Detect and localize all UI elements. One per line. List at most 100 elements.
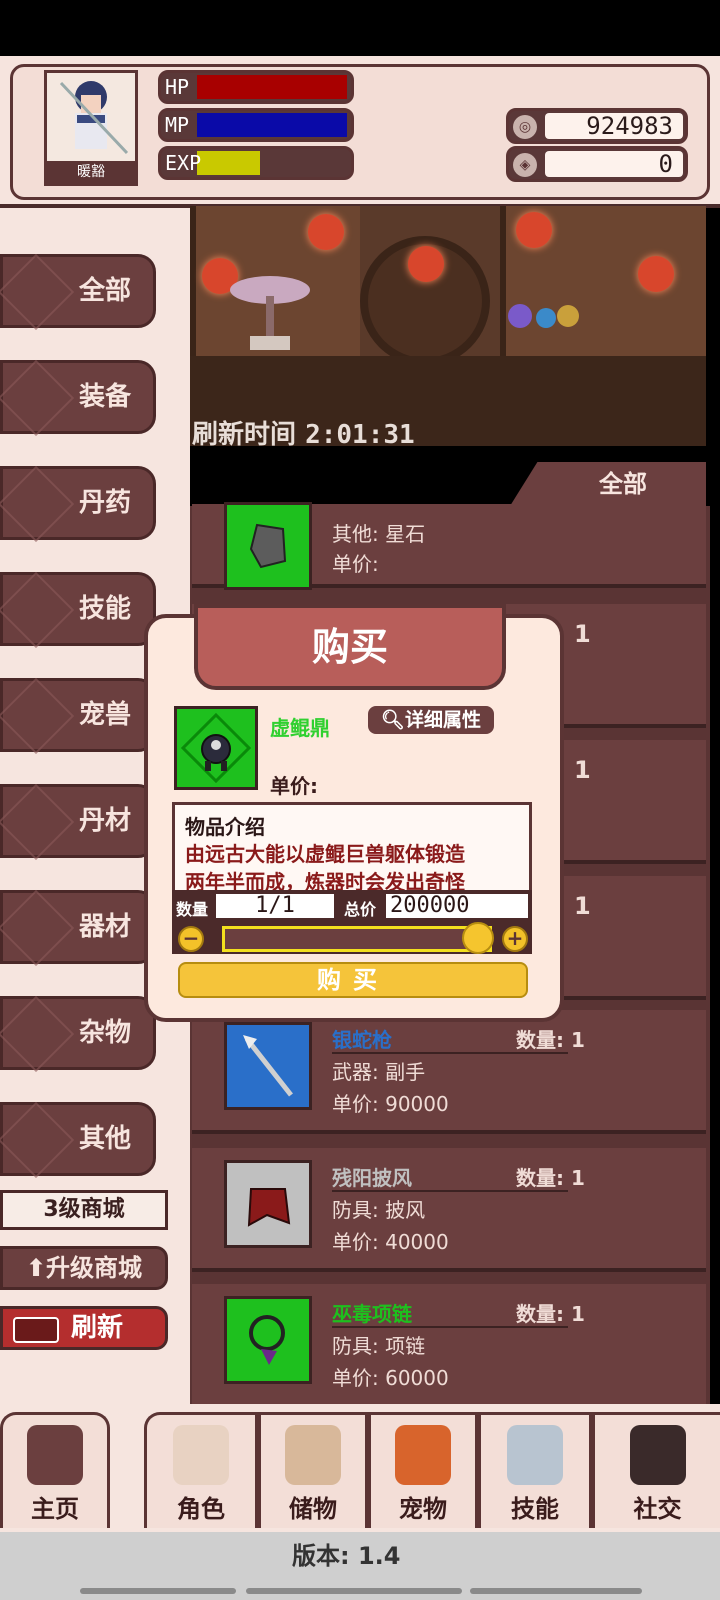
status-bar (0, 0, 720, 56)
nav-indicator (80, 1588, 236, 1594)
item-price: 单价: (332, 552, 379, 576)
spear-icon (224, 1022, 312, 1110)
arrow-up-icon: ⬆ (25, 1254, 47, 1282)
lantern-icon (308, 214, 344, 250)
category-label: 装备 (78, 382, 131, 412)
fox-icon (395, 1425, 451, 1485)
tab-pets[interactable]: 宠物 (368, 1412, 478, 1528)
item-qty: 数量: 1 (516, 1166, 585, 1190)
star-ornament-icon (0, 359, 75, 437)
refresh-label: 刷新 (71, 1313, 124, 1343)
plus-button[interactable]: + (502, 926, 528, 952)
category-equipment[interactable]: 装备 (0, 359, 156, 437)
category-forge-materials[interactable]: 器材 (0, 889, 156, 967)
item-type: 武器: 副手 (332, 1060, 426, 1084)
star-stone-icon (224, 502, 312, 590)
tab-label: 角色 (177, 1495, 225, 1523)
quantity-label: 数量 (176, 900, 209, 919)
category-label: 丹材 (78, 806, 131, 836)
star-ornament-icon (0, 677, 75, 755)
item-qty: 1 (574, 620, 591, 648)
tab-social[interactable]: 社交 (592, 1412, 720, 1528)
category-skills[interactable]: 技能 (0, 571, 156, 649)
version-footer: 版本: 1.4 (0, 1532, 720, 1600)
item-description[interactable]: 物品介绍 由远古大能以虚鲲巨兽躯体锻造 两年半而成，炼器时会发出奇怪 (172, 802, 532, 894)
item-type: 防具: 披风 (332, 1198, 426, 1222)
item-price: 单价: 90000 (332, 1092, 449, 1116)
refresh-button[interactable]: 刷新 (0, 1306, 168, 1350)
minus-button[interactable]: − (178, 926, 204, 952)
total-value: 200000 (386, 894, 528, 918)
buy-button[interactable]: 购买 (178, 962, 528, 998)
gem-value: 0 (545, 151, 683, 177)
item-type: 其他: 星石 (332, 522, 426, 546)
quantity-slider-fill (225, 929, 465, 949)
upgrade-label: 升级商城 (46, 1254, 143, 1282)
list-item[interactable]: 巫毒项链 数量: 1 防具: 项链 单价: 60000 (192, 1284, 706, 1408)
detail-label: 详细属性 (405, 709, 482, 731)
shop-banner (190, 206, 706, 446)
category-all[interactable]: 全部 (0, 253, 156, 331)
bonsai-tree-icon (230, 276, 310, 350)
tab-home[interactable]: 主页 (0, 1412, 110, 1528)
refresh-time-label: 刷新时间 (192, 420, 297, 450)
category-pills[interactable]: 丹药 (0, 465, 156, 543)
lantern-icon (516, 212, 552, 248)
item-name: 巫毒项链 (332, 1302, 412, 1326)
star-ornament-icon (0, 1101, 75, 1179)
handshake-icon (629, 1425, 686, 1485)
list-item[interactable]: 其他: 星石 单价: (192, 502, 706, 590)
potion-bottles-icon (508, 304, 579, 328)
category-other[interactable]: 其他 (0, 1101, 156, 1179)
list-item[interactable]: 残阳披风 数量: 1 防具: 披风 单价: 40000 (192, 1148, 706, 1272)
exp-bar-fill (197, 151, 260, 175)
star-ornament-icon (0, 995, 75, 1073)
item-price: 单价: 60000 (332, 1366, 449, 1390)
quantity-slider-thumb[interactable] (462, 922, 494, 954)
coin-counter: ◎ 924983 (506, 108, 688, 144)
filter-tab-all[interactable]: 全部 (510, 462, 706, 506)
category-pill-materials[interactable]: 丹材 (0, 783, 156, 861)
description-header: 物品介绍 (185, 815, 265, 839)
category-label: 宠兽 (78, 700, 131, 730)
category-misc[interactable]: 杂物 (0, 995, 156, 1073)
tv-ad-icon (13, 1317, 59, 1343)
category-label: 丹药 (78, 488, 131, 518)
item-qty: 数量: 1 (516, 1302, 585, 1326)
category-pets[interactable]: 宠兽 (0, 677, 156, 755)
avatar-portrait-icon (59, 81, 129, 155)
upgrade-shop-button[interactable]: ⬆升级商城 (0, 1246, 168, 1290)
hp-bar: HP (158, 70, 354, 104)
pavilion-icon (27, 1425, 83, 1485)
item-type: 防具: 项链 (332, 1334, 426, 1358)
lantern-icon (638, 256, 674, 292)
purchase-unit-price: 单价: (270, 774, 318, 798)
tab-label: 主页 (31, 1495, 79, 1523)
tab-label: 社交 (633, 1495, 682, 1523)
category-label: 技能 (78, 594, 131, 624)
tab-skills[interactable]: 技能 (478, 1412, 592, 1528)
hp-bar-fill (197, 75, 347, 99)
item-price: 单价: 40000 (332, 1230, 449, 1254)
exp-bar: EXP (158, 146, 354, 180)
quantity-value[interactable]: 1/1 (216, 894, 334, 918)
list-item[interactable]: 银蛇枪 数量: 1 武器: 副手 单价: 90000 (192, 1010, 706, 1134)
star-ornament-icon (0, 465, 75, 543)
item-qty: 1 (574, 756, 591, 784)
tab-label: 储物 (289, 1495, 337, 1523)
bag-icon (285, 1425, 341, 1485)
tab-character[interactable]: 角色 (144, 1412, 258, 1528)
player-avatar[interactable]: 暖豁 (44, 70, 138, 186)
cauldron-icon (174, 706, 258, 790)
star-ornament-icon (0, 253, 75, 331)
refresh-time-value: 2:01:31 (305, 420, 415, 450)
category-label: 全部 (78, 276, 131, 306)
mp-bar-fill (197, 113, 347, 137)
detail-attributes-button[interactable]: 🔍︎详细属性 (368, 706, 494, 734)
necklace-icon (224, 1296, 312, 1384)
total-label: 总价 (344, 900, 377, 919)
star-ornament-icon (0, 783, 75, 861)
category-label: 杂物 (78, 1018, 131, 1048)
tab-storage[interactable]: 储物 (258, 1412, 368, 1528)
hp-label: HP (165, 75, 190, 99)
